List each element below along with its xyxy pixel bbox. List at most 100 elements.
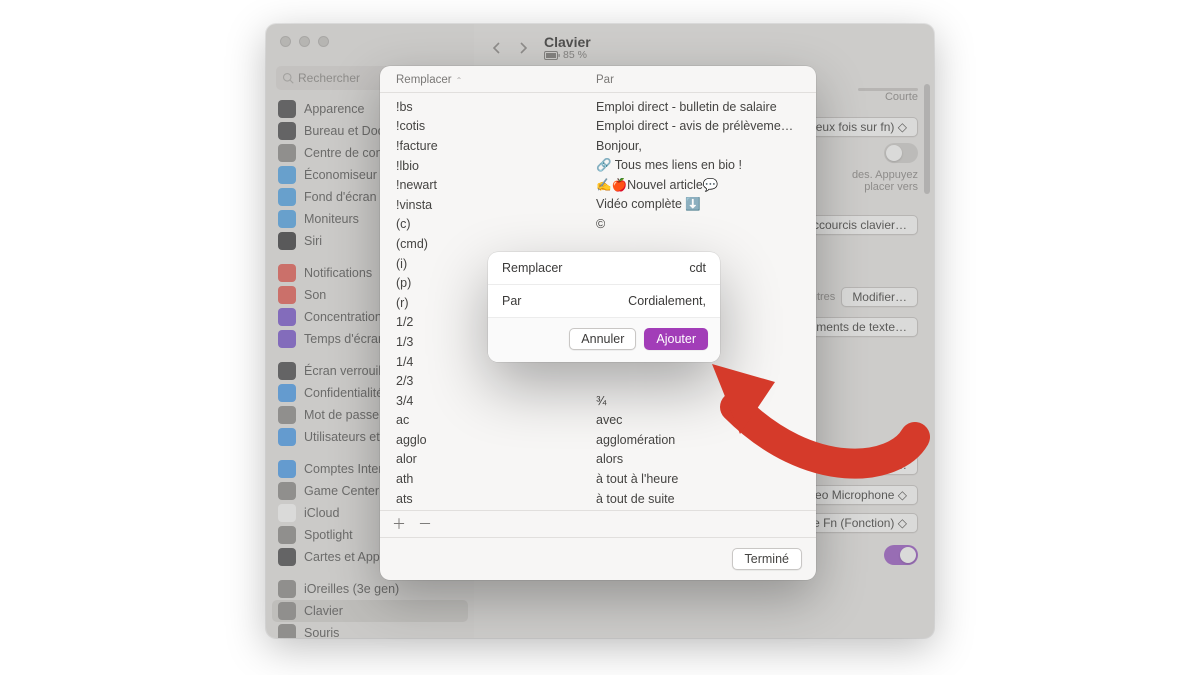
sidebar-item-label: Écran verrouillé [304,364,391,378]
table-row[interactable]: !vinstaVidéo complète ⬇️ [380,195,816,215]
fn-function-select[interactable]: e Fn (Fonction) ◇ [802,513,918,533]
cell-by: à tout de suite [596,492,800,506]
sidebar-item-label: Clavier [304,604,343,618]
cell-replace: !bs [396,100,596,114]
sidebar-item[interactable]: Clavier [272,600,468,622]
modify-button-2[interactable]: Modifier… [841,455,918,475]
column-header-by[interactable]: Par [596,74,800,86]
table-header: Remplacer ⌃ Par [380,66,816,93]
table-row[interactable]: !lbio🔗 Tous mes liens en bio ! [380,156,816,176]
microphone-select[interactable]: eo Microphone ◇ [804,485,918,505]
add-row-button[interactable]: ＋ [390,515,408,533]
cell-by: Emploi direct - avis de prélèvemen… [596,119,800,133]
sidebar-item-label: iOreilles (3e gen) [304,582,399,596]
sidebar-item-label: Fond d'écran [304,190,377,204]
table-row[interactable]: 3/4¾ [380,391,816,411]
search-icon [282,72,294,84]
slider-track[interactable] [858,88,918,91]
sidebar-item-icon [278,264,296,282]
table-row[interactable]: atsà tout de suite [380,489,816,509]
cell-replace: ats [396,492,596,506]
table-row[interactable]: aloralors [380,450,816,470]
sidebar-item-icon [278,330,296,348]
cancel-button[interactable]: Annuler [569,328,636,350]
sidebar-item-icon [278,428,296,446]
sidebar-item-label: Apparence [304,102,364,116]
back-button[interactable] [486,37,508,59]
cell-by: agglomération [596,433,800,447]
shortcuts-button[interactable]: ccourcis clavier… [802,215,918,235]
sidebar-item-icon [278,580,296,598]
sidebar-item-icon [278,122,296,140]
remove-row-button[interactable]: － [416,515,434,533]
cell-by: avec [596,413,800,427]
sidebar-item-label: Moniteurs [304,212,359,226]
table-row[interactable]: !factureBonjour, [380,136,816,156]
table-row[interactable]: !bsEmploi direct - bulletin de salaire [380,97,816,117]
table-row[interactable]: 2/3 [380,371,816,391]
cell-replace: ath [396,472,596,486]
table-footer: ＋ － [380,510,816,537]
zoom-window-icon[interactable] [318,36,329,47]
dialog-replace-field[interactable]: cdt [689,261,706,275]
add-button[interactable]: Ajouter [644,328,708,350]
sidebar-item[interactable]: Souris [266,622,474,638]
cell-by: ¾ [596,394,800,408]
cell-replace: 2/3 [396,374,596,388]
cell-by: alors [596,452,800,466]
sidebar-item-label: Notifications [304,266,372,280]
cell-replace: ac [396,413,596,427]
cell-by: Emploi direct - bulletin de salaire [596,100,800,114]
cell-replace: alor [396,452,596,466]
table-row[interactable]: (c)© [380,215,816,235]
sidebar-item-label: Son [304,288,326,302]
sidebar-item-icon [278,406,296,424]
cell-replace: (cmd) [396,237,596,251]
sort-indicator-icon: ⌃ [456,76,463,85]
sidebar-item[interactable]: iOreilles (3e gen) [266,578,474,600]
utre-label: utre [816,459,835,471]
scrollbar[interactable] [924,84,930,194]
sidebar-item-icon [278,188,296,206]
table-row[interactable]: athà tout à l'heure [380,469,816,489]
column-header-replace[interactable]: Remplacer ⌃ [396,74,596,86]
done-button[interactable]: Terminé [732,548,802,570]
cell-replace: (c) [396,217,596,231]
cell-by: Bonjour, [596,139,800,153]
modify-button-1[interactable]: Modifier… [841,287,918,307]
sidebar-item-label: Spotlight [304,528,353,542]
forward-button[interactable] [512,37,534,59]
cell-by: 🔗 Tous mes liens en bio ! [596,158,800,173]
sidebar-item-icon [278,362,296,380]
close-window-icon[interactable] [280,36,291,47]
sidebar-item-icon [278,482,296,500]
table-row[interactable]: aggloagglomération [380,430,816,450]
dialog-by-field[interactable]: Cordialement, [628,294,706,308]
table-row[interactable]: !cotisEmploi direct - avis de prélèvemen… [380,117,816,137]
minimize-window-icon[interactable] [299,36,310,47]
toggle-1[interactable] [884,143,918,163]
page-title: Clavier [544,35,591,50]
cell-replace: !facture [396,139,596,153]
cell-replace: !newart [396,178,596,192]
add-replacement-dialog: Remplacer cdt Par Cordialement, Annuler … [488,252,720,362]
sidebar-item-icon [278,210,296,228]
sidebar-item-icon [278,286,296,304]
cell-by: Vidéo complète ⬇️ [596,197,800,212]
dialog-by-label: Par [502,294,521,308]
ponctuation-toggle[interactable] [884,545,918,565]
cell-replace: agglo [396,433,596,447]
sidebar-item-icon [278,144,296,162]
sidebar-item-icon [278,232,296,250]
fn-hint-chip[interactable]: eux fois sur fn) ◇ [805,117,918,137]
table-row[interactable]: (cmd) [380,234,816,254]
sidebar-item-icon [278,526,296,544]
sidebar-item-icon [278,308,296,326]
sidebar-item-icon [278,166,296,184]
search-placeholder: Rechercher [298,71,360,85]
sidebar-item-label: Souris [304,626,339,638]
table-row[interactable]: !newart✍️🍎Nouvel article💬 [380,175,816,195]
sidebar-item-icon [278,504,296,522]
text-replacements-button[interactable]: ements de texte… [799,317,918,337]
table-row[interactable]: acavec [380,411,816,431]
